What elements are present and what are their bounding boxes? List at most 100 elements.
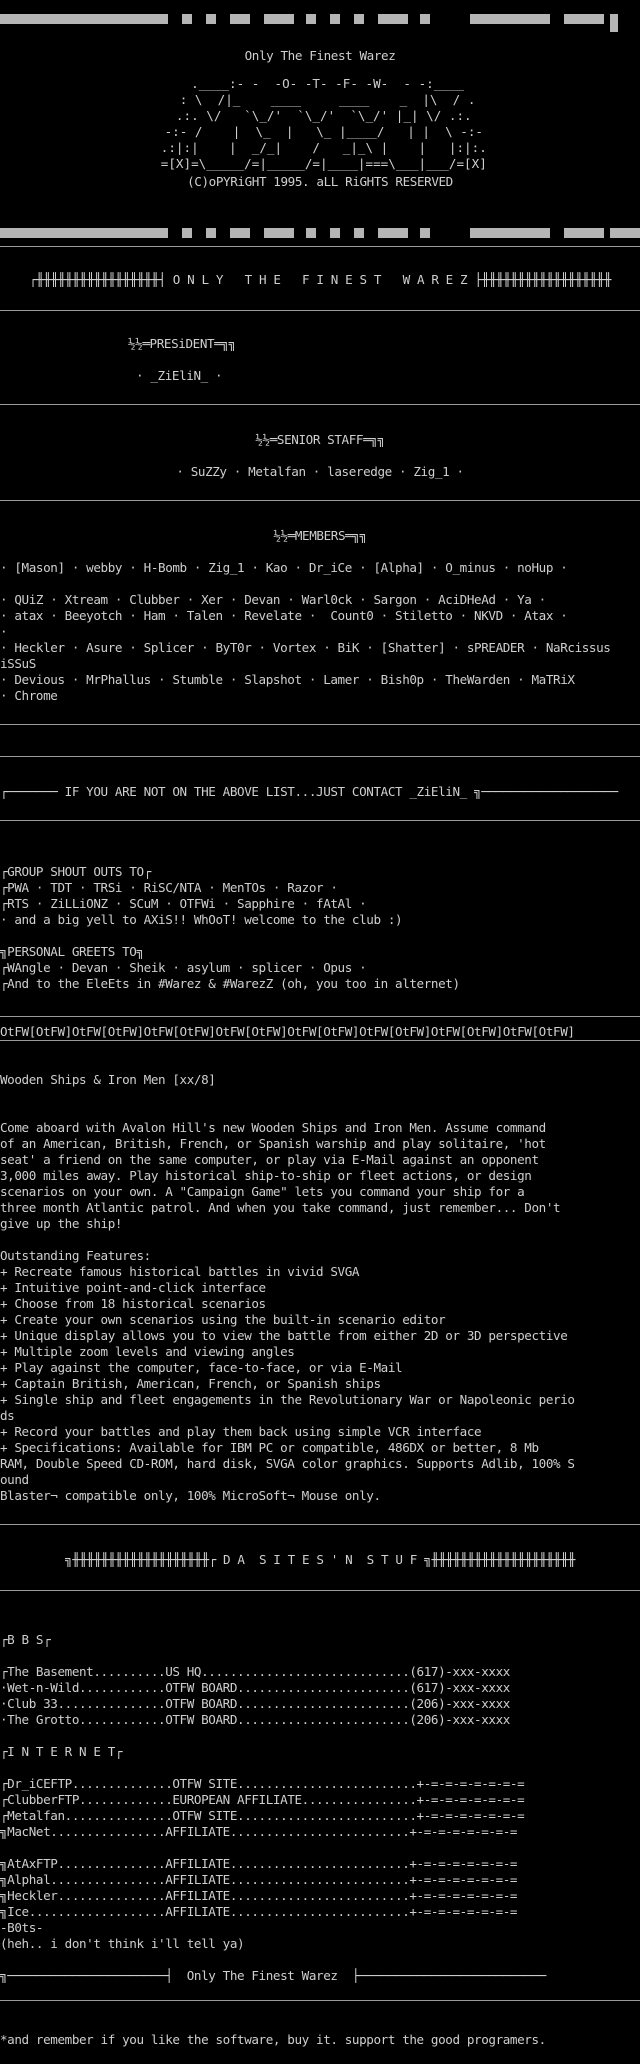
description-line: seat' a friend on the same computer, or … xyxy=(0,1152,539,1167)
bar-segment xyxy=(470,228,550,238)
bar-segment xyxy=(378,14,408,24)
feature-line: + Recreate famous historical battles in … xyxy=(0,1264,360,1279)
bar-segment xyxy=(564,14,604,24)
bar-segment xyxy=(420,228,430,238)
bar-segment xyxy=(182,228,192,238)
feature-line: + Play against the computer, face-to-fac… xyxy=(0,1360,403,1375)
bar-segment xyxy=(230,228,250,238)
banner-ornament-right: ├╫╫╫╫╫╫╫╫╫╫╫╫╫╫╫╫╫╫ xyxy=(474,272,611,287)
internet-entry: ╗Alphal................AFFILIATE........… xyxy=(0,1872,518,1887)
shoutout-line xyxy=(0,928,640,944)
feature-line: + Captain British, American, French, or … xyxy=(0,1376,381,1391)
divider xyxy=(0,724,640,725)
internet-entry: (heh.. i don't think i'll tell ya) xyxy=(0,1936,245,1951)
internet-entry: ┌Metalfan...............OTFW SITE.......… xyxy=(0,1808,525,1823)
bar-segment xyxy=(378,228,408,238)
shoutout-line: · and a big yell to AXiS!! WhOoT! welcom… xyxy=(0,912,403,927)
senior-staff-names: · SuZZy · Metalfan · laseredge · Zig_1 · xyxy=(176,464,464,479)
members-line: · Chrome xyxy=(0,688,58,703)
feature-line: + Record your battles and play them back… xyxy=(0,1424,482,1439)
president-heading: ½½═PRESiDENT═╗╗ xyxy=(128,336,236,351)
description-line: of an American, British, French, or Span… xyxy=(0,1136,546,1151)
sites-ornament-right: ╗╫╫╫╫╫╫╫╫╫╫╫╫╫╫╫╫╫╫╫╫ xyxy=(424,1552,575,1567)
features-heading: Outstanding Features: xyxy=(0,1248,151,1263)
internet-entry: ╗AtAxFTP...............AFFILIATE........… xyxy=(0,1856,518,1871)
group-banner: ┌╫╫╫╫╫╫╫╫╫╫╫╫╫╫╫╫╫┤ O N L Y T H E F I N … xyxy=(0,272,640,288)
internet-entry: ╗Heckler...............AFFILIATE........… xyxy=(0,1888,518,1903)
divider xyxy=(0,756,640,757)
shoutout-line: ┌WAngle · Devan · Sheik · asylum · splic… xyxy=(0,960,367,975)
bar-segment xyxy=(610,228,640,238)
shoutout-line: ┌GROUP SHOUT OUTS TO┌ xyxy=(0,864,151,879)
header-title: Only The Finest Warez xyxy=(244,48,396,63)
bar-segment xyxy=(230,14,250,24)
bbs-entry: ┌The Basement..........US HQ............… xyxy=(0,1664,510,1679)
bar-segment xyxy=(206,14,216,24)
bbs-heading: ┌B B S┌ xyxy=(0,1632,51,1647)
logo-line: .:. \/ `\_/' `\_/' `\_/' |_| \/ .:. xyxy=(168,108,472,123)
shoutout-line: ╗PERSONAL GREETS TO╗ xyxy=(0,944,144,959)
bar-segment xyxy=(264,228,294,238)
members-line: · Devious · MrPhallus · Stumble · Slapsh… xyxy=(0,672,575,687)
feature-line: + Multiple zoom levels and viewing angle… xyxy=(0,1344,295,1359)
senior-staff-heading: ½½═SENIOR STAFF═╗╗ xyxy=(255,432,385,447)
sites-ornament: ╗╫╫╫╫╫╫╫╫╫╫╫╫╫╫╫╫╫╫╫┌ xyxy=(65,1552,216,1567)
feature-line: + Unique display allows you to view the … xyxy=(0,1328,568,1343)
internet-entry xyxy=(0,1840,640,1856)
feature-line: + Specifications: Available for IBM PC o… xyxy=(0,1440,539,1455)
feature-line: + Create your own scenarios using the bu… xyxy=(0,1312,446,1327)
internet-entry: ┌Dr_iCEFTP..............OTFW SITE.......… xyxy=(0,1776,525,1791)
bbs-entry: ·Wet-n-Wild............OTFW BOARD.......… xyxy=(0,1680,510,1695)
release-title: Wooden Ships & Iron Men [xx/8] xyxy=(0,1072,216,1087)
divider xyxy=(0,1524,640,1525)
feature-line: + Single ship and fleet engagements in t… xyxy=(0,1392,575,1407)
feature-line: RAM, Double Speed CD-ROM, hard disk, SVG… xyxy=(0,1456,575,1471)
divider xyxy=(0,246,640,247)
sites-title: D A S I T E S ' N S T U F xyxy=(223,1552,417,1567)
internet-entry: -B0ts- xyxy=(0,1920,44,1935)
logo-line: =[X]=\_____/=|_____/=|____|===\___|___/=… xyxy=(153,156,487,171)
contact-line: ┌─────── IF YOU ARE NOT ON THE ABOVE LIS… xyxy=(0,784,618,799)
shoutout-line: ┌RTS · ZiLLiONZ · SCuM · OTFWi · Sapphir… xyxy=(0,896,367,911)
members-line: · Heckler · Asure · Splicer · ByT0r · Vo… xyxy=(0,640,611,655)
bar-segment xyxy=(206,228,216,238)
logo-line: : \ /|_ ____ ____ _ |\ / . xyxy=(164,92,476,107)
shoutout-line: ┌And to the EleEts in #Warez & #WarezZ (… xyxy=(0,976,460,991)
banner-ornament: ┌╫╫╫╫╫╫╫╫╫╫╫╫╫╫╫╫╫┤ xyxy=(29,272,166,287)
description-line: Come aboard with Avalon Hill's new Woode… xyxy=(0,1120,546,1135)
members-heading: ½½═MEMBERS═╗╗ xyxy=(273,528,367,543)
bar-segment xyxy=(306,228,316,238)
members-line xyxy=(0,576,640,592)
divider xyxy=(0,1590,640,1591)
footer-banner: ╗──────────────────────┤ Only The Finest… xyxy=(0,1968,546,1983)
description-line: give up the ship! xyxy=(0,1216,123,1231)
copyright: (C)oPYRiGHT 1995. aLL RiGHTS RESERVED xyxy=(187,174,453,189)
bar-segment xyxy=(264,14,294,24)
bbs-entry: ·The Grotto............OTFW BOARD.......… xyxy=(0,1712,510,1727)
divider xyxy=(0,2000,640,2001)
feature-line: ds xyxy=(0,1408,15,1423)
bar-segment xyxy=(330,228,340,238)
bar-segment xyxy=(470,14,550,24)
logo-line: .:|:| | _/_| / _|_\ | | |:|:. xyxy=(153,140,487,155)
sites-banner: ╗╫╫╫╫╫╫╫╫╫╫╫╫╫╫╫╫╫╫╫┌ D A S I T E S ' N … xyxy=(0,1552,640,1568)
divider xyxy=(0,820,640,821)
feature-line: + Choose from 18 historical scenarios xyxy=(0,1296,266,1311)
bar-segment xyxy=(354,228,364,238)
feature-line: + Intuitive point-and-click interface xyxy=(0,1280,266,1295)
divider xyxy=(0,1016,640,1017)
description-line: scenarios on your own. A "Campaign Game"… xyxy=(0,1184,525,1199)
otfw-strip: OtFW[OtFW]OtFW[OtFW]OtFW[OtFW]OtFW[OtFW]… xyxy=(0,1024,575,1039)
bar-segment xyxy=(182,14,192,24)
bar-segment xyxy=(354,14,364,24)
bar-segment xyxy=(306,14,316,24)
president-names: · _ZiEliN_ · xyxy=(136,368,223,383)
bar-segment xyxy=(610,14,618,32)
logo-line: -:- / | \_ | \_ |____/ | | \ -:- xyxy=(156,124,484,139)
divider xyxy=(0,310,640,311)
bar-segment xyxy=(420,14,430,24)
bbs-entry: ·Club 33...............OTFW BOARD.......… xyxy=(0,1696,510,1711)
bar-segment xyxy=(330,14,340,24)
banner-title: O N L Y T H E F I N E S T W A R E Z xyxy=(172,272,468,287)
divider xyxy=(0,404,640,405)
